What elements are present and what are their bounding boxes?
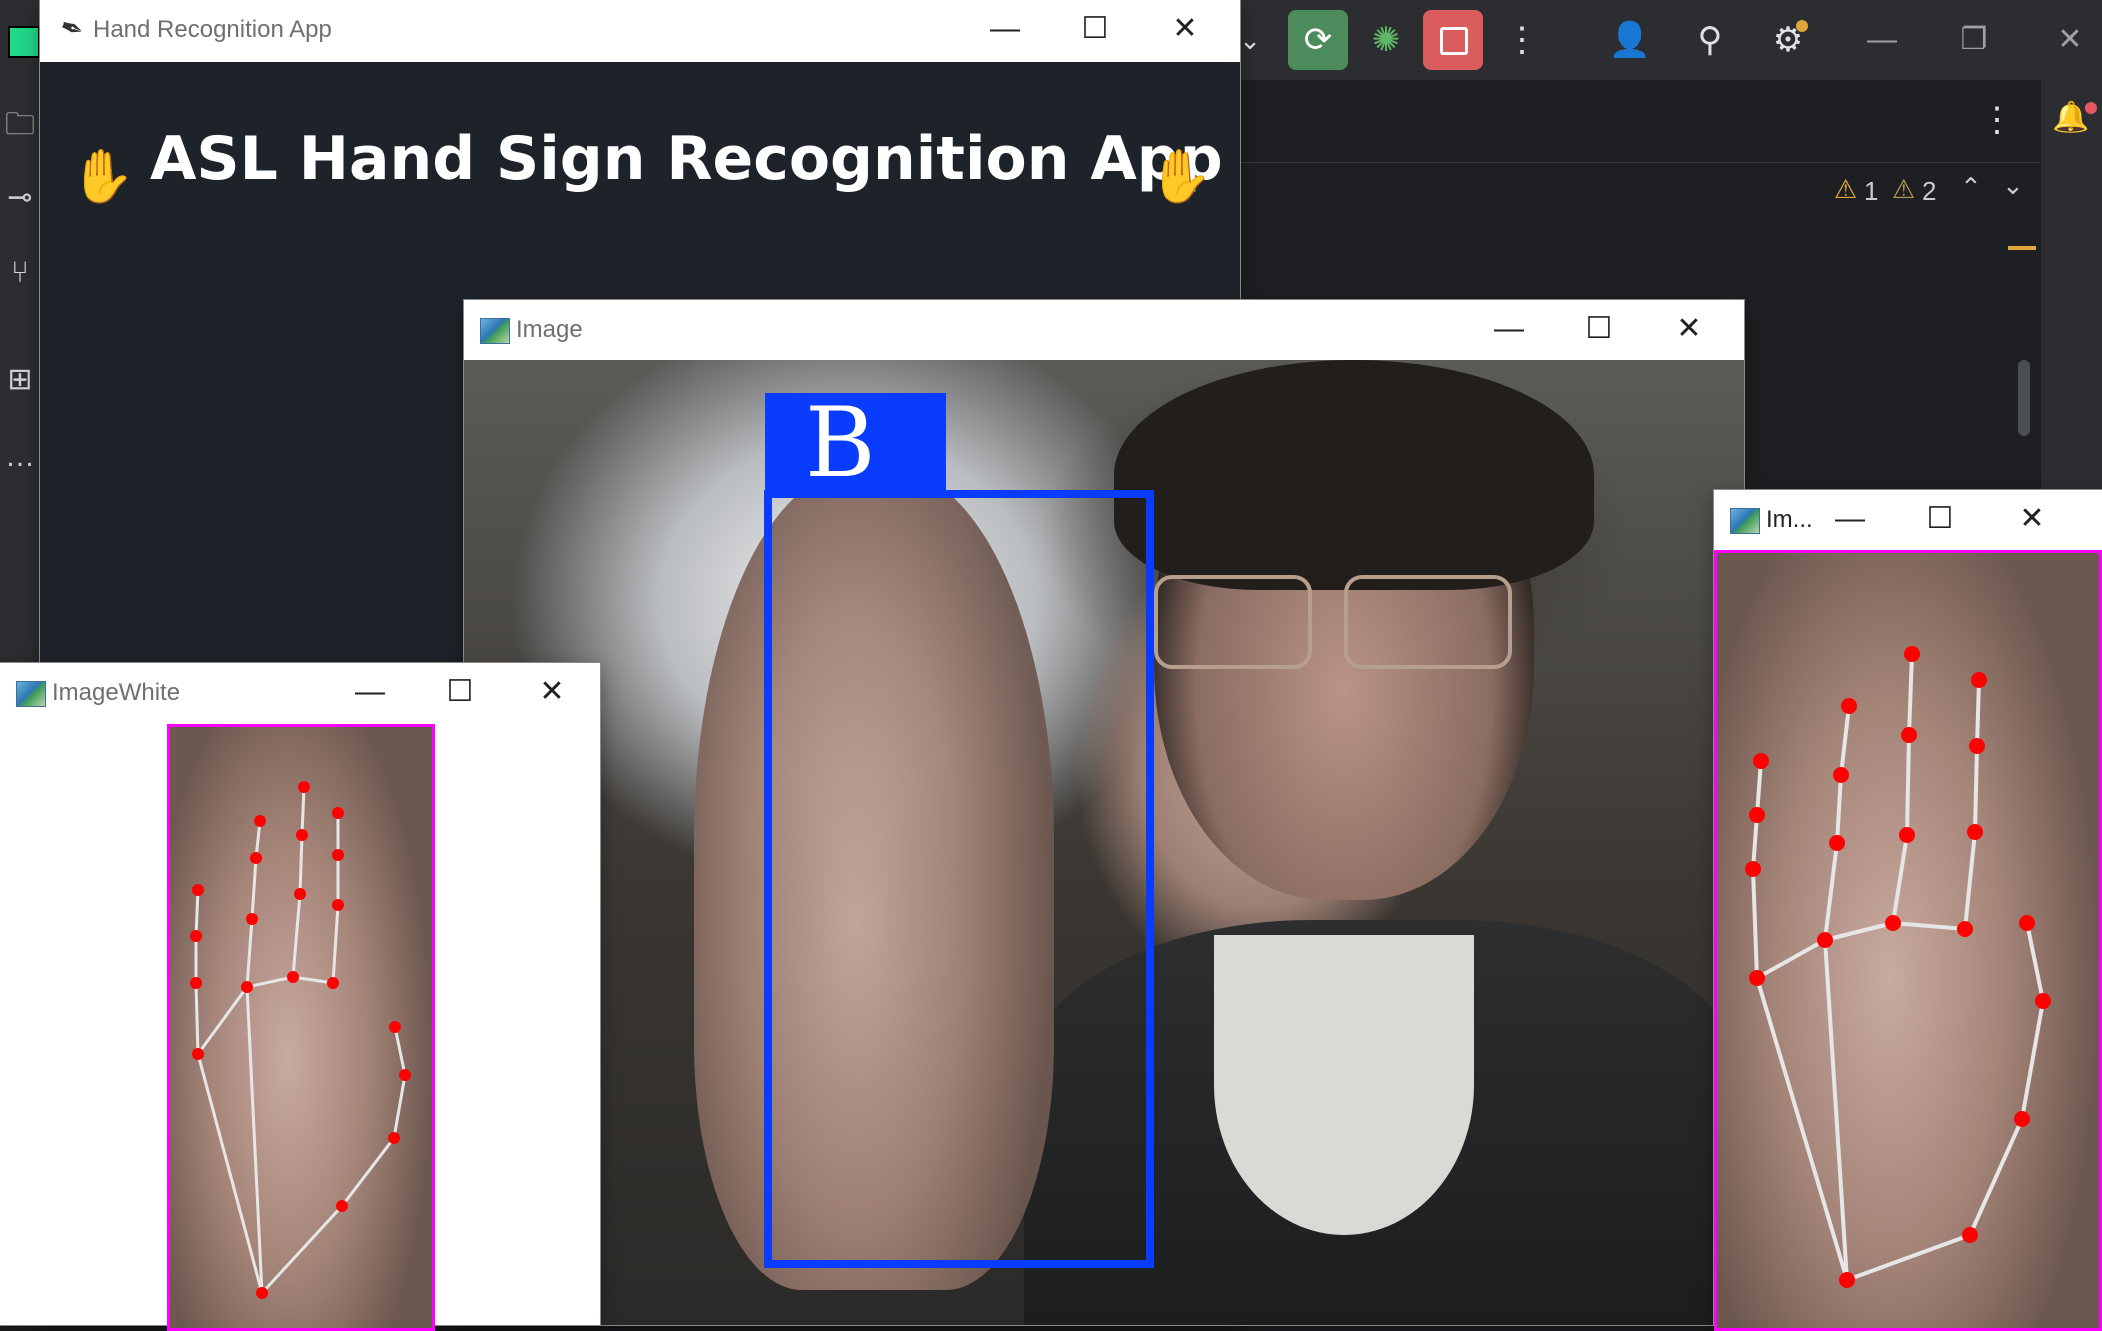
warning-icon: ⚠ [1834,174,1858,204]
person-collar [1214,935,1474,1235]
commit-icon[interactable]: ⊸ [0,180,40,215]
more-vert-icon[interactable]: ⋮ [1492,10,1552,70]
imagewhite-minimize-icon[interactable]: — [325,663,415,721]
minimize-icon[interactable]: — [1852,0,1912,80]
settings-badge [1796,20,1808,32]
debug-icon[interactable]: ✺ [1356,10,1416,70]
imagewhite-window-title: ImageWhite [52,679,181,706]
editor-more-icon[interactable]: ⋮ [1967,90,2027,150]
rerun-icon: ⟳ [1303,21,1333,59]
settings-icon[interactable]: ⚙ [1758,10,1818,70]
white-landmark-overlay [190,781,411,1299]
crop-close-icon[interactable]: ✕ [2002,490,2062,548]
app-minimize-icon[interactable]: — [960,0,1050,58]
imagewhite-maximize-icon[interactable]: ☐ [415,663,505,721]
pull-requests-icon[interactable]: ⑂ [0,256,40,290]
weak-warning-count: 2 [1922,176,1937,206]
prediction-label-box: B [765,387,946,499]
white-hand-image [167,724,435,1331]
crop-minimize-icon[interactable]: — [1820,490,1880,548]
run-button[interactable]: ⟳ [1288,10,1348,70]
crop-landmark-overlay [1745,646,2051,1288]
feather-icon: ✒ [55,9,89,48]
restore-icon[interactable]: ❐ [1944,0,2004,80]
person-hair [1114,360,1594,590]
stop-button[interactable] [1423,10,1483,70]
crop-maximize-icon[interactable]: ☐ [1910,490,1970,548]
hand-bounding-box [764,490,1154,1268]
close-icon[interactable]: ✕ [2040,0,2100,80]
structure-icon[interactable]: ⊞ [0,362,40,397]
add-user-icon[interactable]: 👤 [1600,10,1660,70]
crop-hand-image [1714,550,2102,1331]
crop-window: Im... — ☐ ✕ [1714,490,2102,1331]
notifications-badge [2085,102,2097,114]
app-titlebar[interactable]: ✒ Hand Recognition App — ☐ ✕ [40,0,1240,62]
app-close-icon[interactable]: ✕ [1140,0,1230,58]
crop-window-icon [1730,508,1760,534]
stop-icon [1440,27,1468,55]
imagewhite-titlebar[interactable]: ImageWhite — ☐ ✕ [0,663,600,723]
search-icon[interactable]: ⚲ [1680,10,1740,70]
hand-left-icon: ✋ [70,148,135,206]
image-window: Image — ☐ ✕ B [464,300,1744,1325]
imagewhite-close-icon[interactable]: ✕ [507,663,597,721]
more-tools-icon[interactable]: … [0,440,40,474]
image-titlebar[interactable]: Image — ☐ ✕ [464,300,1744,360]
hand-right-icon: ✋ [1148,148,1213,206]
previous-highlight-icon[interactable]: ⌃ [1960,172,1982,203]
crop-titlebar[interactable]: Im... — ☐ ✕ [1714,490,2102,550]
imagewhite-window-icon [16,681,46,707]
crop-window-title: Im... [1766,506,1813,533]
image-minimize-icon[interactable]: — [1464,300,1554,358]
image-window-title: Image [516,316,583,343]
editor-scroll-marker [2008,246,2036,250]
editor-scrollbar[interactable] [2018,360,2030,436]
ide-tab-bar: ⋮ [1240,80,2040,163]
image-close-icon[interactable]: ✕ [1644,300,1734,358]
next-highlight-icon[interactable]: ⌄ [2002,170,2024,201]
imagewhite-window: ImageWhite — ☐ ✕ [0,663,600,1331]
weak-warning-icon: ⚠ [1892,174,1916,204]
ide-logo-icon [8,26,40,58]
image-window-icon [480,318,510,344]
app-maximize-icon[interactable]: ☐ [1050,0,1140,58]
predicted-letter: B [805,387,876,499]
app-window-title: Hand Recognition App [93,16,332,43]
inspection-widget[interactable]: ⚠ 1 ⚠ 2 ⌃ ⌄ [1830,170,2040,210]
project-icon[interactable]: 🗀 [0,102,40,153]
eyeglasses [1154,575,1514,669]
image-maximize-icon[interactable]: ☐ [1554,300,1644,358]
warning-count: 1 [1864,176,1879,206]
app-heading: ASL Hand Sign Recognition App [150,124,1223,194]
